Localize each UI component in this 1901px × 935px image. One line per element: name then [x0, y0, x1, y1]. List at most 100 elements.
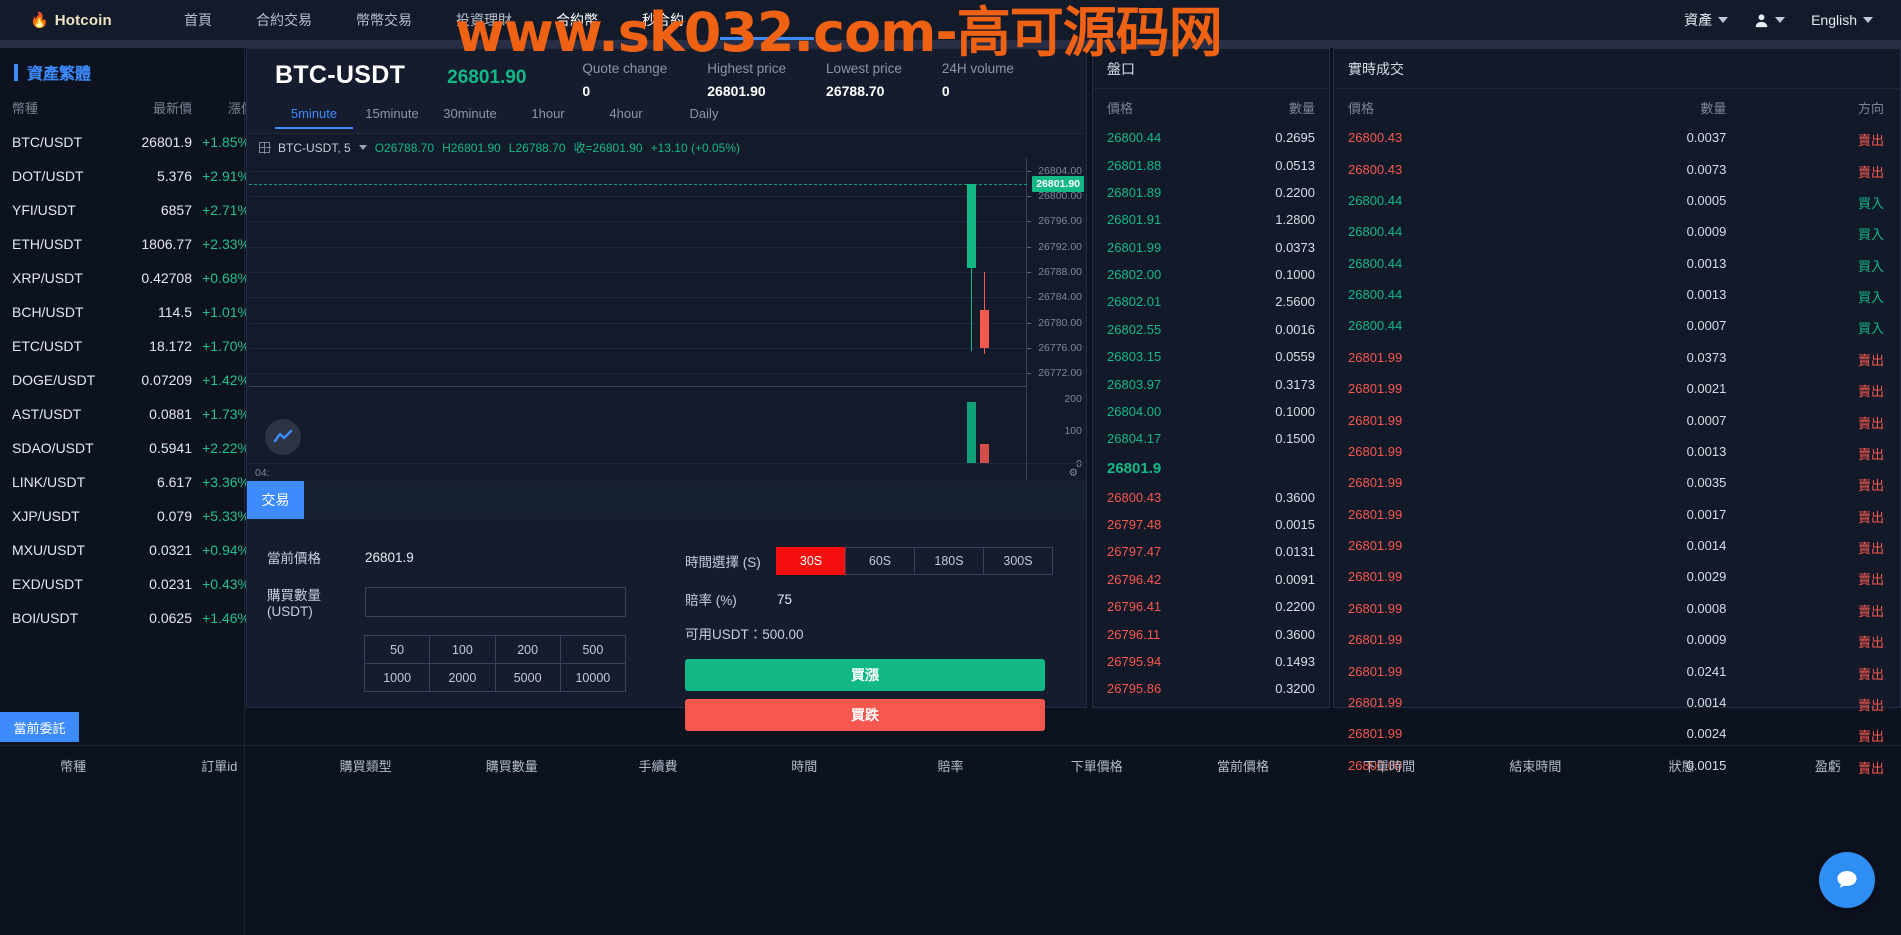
- order-price: 26795.86: [1107, 681, 1162, 697]
- order-book-row[interactable]: 26801.99 0.0373: [1093, 234, 1329, 261]
- time-option-30s[interactable]: 30S: [776, 547, 846, 575]
- trade-row: 26801.99 0.0013 賣出: [1334, 438, 1900, 469]
- time-option-300s[interactable]: 300S: [983, 547, 1053, 575]
- nav-item-contract-coin[interactable]: 合約幣: [556, 8, 598, 32]
- coin-row[interactable]: SDAO/USDT 0.5941 +2.22%: [0, 431, 250, 465]
- coin-row[interactable]: AST/USDT 0.0881 +1.73%: [0, 397, 250, 431]
- coin-row[interactable]: XJP/USDT 0.079 +5.33%: [0, 499, 250, 533]
- coin-change: +2.91%: [202, 168, 250, 184]
- col-price: 最新價: [152, 101, 192, 116]
- trade-direction: 賣出: [1857, 446, 1884, 462]
- order-book-row[interactable]: 26802.01 2.5600: [1093, 288, 1329, 315]
- grid-icon[interactable]: [259, 142, 271, 154]
- orders-column-header: 下單價格: [1070, 759, 1123, 774]
- coin-row[interactable]: MXU/USDT 0.0321 +0.94%: [0, 533, 250, 567]
- price-chart[interactable]: BTC-USDT, 5 O26788.70 H26801.90 L26788.7…: [249, 133, 1084, 481]
- orders-column-header: 賠率: [937, 759, 964, 774]
- chat-bubble-icon: [1837, 871, 1857, 888]
- chart-footer: 04: ⚙: [249, 463, 1084, 481]
- timeframe-1hour[interactable]: 1hour: [509, 103, 587, 129]
- nav-item-investment[interactable]: 投資理財: [456, 8, 512, 32]
- order-book-row[interactable]: 26801.88 0.0513: [1093, 151, 1329, 178]
- quick-amount-50[interactable]: 50: [364, 635, 431, 664]
- nav-item-spot-trade[interactable]: 幣幣交易: [356, 8, 412, 32]
- chart-symbol-label[interactable]: BTC-USDT, 5: [278, 141, 351, 155]
- buy-up-button[interactable]: 買漲: [685, 659, 1045, 691]
- trade-qty: 0.0014: [1686, 538, 1727, 554]
- chart-gridline: [249, 348, 1027, 349]
- timeframe-4hour[interactable]: 4hour: [587, 103, 665, 129]
- coin-symbol: LINK/USDT: [12, 474, 86, 490]
- coin-row[interactable]: ETH/USDT 1806.77 +2.33%: [0, 227, 250, 261]
- chart-open: O26788.70: [374, 140, 435, 155]
- tab-current-orders[interactable]: 當前委託: [0, 712, 79, 742]
- quick-amount-10000[interactable]: 10000: [559, 663, 626, 692]
- chart-high: H26801.90: [442, 140, 501, 155]
- timeframe-daily[interactable]: Daily: [665, 103, 743, 129]
- coin-row[interactable]: EXD/USDT 0.0231 +0.43%: [0, 567, 250, 601]
- coin-price: 0.0881: [149, 406, 192, 422]
- current-price-row: 當前價格 26801.9: [267, 547, 647, 567]
- order-book-row[interactable]: 26802.55 0.0016: [1093, 316, 1329, 343]
- quick-amount-500[interactable]: 500: [559, 635, 626, 664]
- order-book-row[interactable]: 26797.48 0.0015: [1093, 511, 1329, 538]
- coin-change: +1.42%: [202, 372, 250, 388]
- language-menu[interactable]: English: [1811, 12, 1873, 28]
- order-book-row[interactable]: 26803.15 0.0559: [1093, 343, 1329, 370]
- order-book-row[interactable]: 26803.97 0.3173: [1093, 370, 1329, 397]
- buy-down-button[interactable]: 買跌: [685, 699, 1045, 731]
- brand-logo[interactable]: 🔥 Hotcoin: [30, 12, 170, 29]
- coin-row[interactable]: DOGE/USDT 0.07209 +1.42%: [0, 363, 250, 397]
- order-book-row[interactable]: 26804.00 0.1000: [1093, 398, 1329, 425]
- order-book-row[interactable]: 26795.86 0.3200: [1093, 675, 1329, 700]
- quick-amount-200[interactable]: 200: [494, 635, 561, 664]
- timeframe-30minute[interactable]: 30minute: [431, 103, 509, 129]
- order-book-row[interactable]: 26796.41 0.2200: [1093, 593, 1329, 620]
- nav-item-contract-trade[interactable]: 合約交易: [256, 8, 312, 32]
- coin-row[interactable]: BOI/USDT 0.0625 +1.46%: [0, 601, 250, 635]
- user-menu[interactable]: [1754, 13, 1786, 28]
- coin-change: +2.22%: [202, 440, 250, 456]
- candle-body: [980, 310, 989, 348]
- assets-menu[interactable]: 資產: [1684, 10, 1729, 30]
- chevron-down-icon[interactable]: [358, 145, 367, 150]
- order-book-row[interactable]: 26800.44 0.2695: [1093, 124, 1329, 151]
- order-book-row[interactable]: 26796.11 0.3600: [1093, 620, 1329, 647]
- trade-qty: 0.0009: [1686, 632, 1727, 648]
- timeframe-15minute[interactable]: 15minute: [353, 103, 431, 129]
- coin-row[interactable]: ETC/USDT 18.172 +1.70%: [0, 329, 250, 363]
- order-book-row[interactable]: 26801.89 0.2200: [1093, 179, 1329, 206]
- time-option-180s[interactable]: 180S: [914, 547, 984, 575]
- quick-amount-100[interactable]: 100: [429, 635, 496, 664]
- order-book-row[interactable]: 26800.43 0.3600: [1093, 484, 1329, 511]
- coin-row[interactable]: BTC/USDT 26801.9 +1.85%: [0, 125, 250, 159]
- nav-item-second-contract[interactable]: 秒合約: [642, 8, 684, 32]
- quick-amount-1000[interactable]: 1000: [364, 663, 431, 692]
- trade-price: 26801.99: [1348, 506, 1403, 522]
- coin-row[interactable]: XRP/USDT 0.42708 +0.68%: [0, 261, 250, 295]
- order-book-row[interactable]: 26795.94 0.1493: [1093, 648, 1329, 675]
- order-book-row[interactable]: 26801.91 1.2800: [1093, 206, 1329, 233]
- order-book-row[interactable]: 26804.17 0.1500: [1093, 425, 1329, 452]
- time-options: 30S 60S 180S 300S: [776, 547, 1053, 575]
- amount-input[interactable]: [365, 586, 626, 617]
- coin-row[interactable]: DOT/USDT 5.376 +2.91%: [0, 159, 250, 193]
- market-sidebar: 資產繁體 幣種 最新價 漲價 BTC/USDT 26801.9 +1.85% DOT/…: [0, 48, 254, 935]
- timeframe-5minute[interactable]: 5minute: [275, 103, 353, 129]
- quick-amount-5000[interactable]: 5000: [494, 663, 561, 692]
- highest-price-label: Highest price: [707, 61, 787, 76]
- time-option-60s[interactable]: 60S: [845, 547, 915, 575]
- order-book-row[interactable]: 26796.42 0.0091: [1093, 566, 1329, 593]
- chat-support-button[interactable]: [1819, 852, 1875, 908]
- nav-item-home[interactable]: 首頁: [184, 8, 212, 32]
- chart-plot-area[interactable]: 26804.00 26800.00 26796.00 26792.00 26788.00…: [249, 158, 1084, 481]
- quick-amount-2000[interactable]: 2000: [429, 663, 496, 692]
- trade-qty: 0.0021: [1686, 381, 1727, 397]
- coin-row[interactable]: BCH/USDT 114.5 +1.01%: [0, 295, 250, 329]
- coin-row[interactable]: LINK/USDT 6.617 +3.36%: [0, 465, 250, 499]
- coin-row[interactable]: YFI/USDT 6857 +2.71%: [0, 193, 250, 227]
- settings-icon[interactable]: ⚙: [1069, 467, 1078, 479]
- tab-trade[interactable]: 交易: [247, 481, 304, 519]
- order-book-row[interactable]: 26797.47 0.0131: [1093, 538, 1329, 565]
- order-book-row[interactable]: 26802.00 0.1000: [1093, 261, 1329, 288]
